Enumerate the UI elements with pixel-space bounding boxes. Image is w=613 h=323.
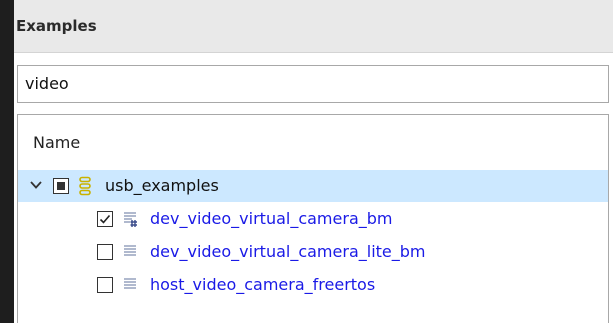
filter-field[interactable] xyxy=(17,65,609,103)
tree-row-usb-examples[interactable]: usb_examples xyxy=(18,170,608,202)
tree-item-label[interactable]: dev_video_virtual_camera_bm xyxy=(150,209,392,228)
filter-input[interactable] xyxy=(25,74,595,93)
tree-item-label[interactable]: dev_video_virtual_camera_lite_bm xyxy=(150,242,426,261)
panel-header: Examples xyxy=(14,0,613,53)
file-icon xyxy=(122,275,140,295)
checkbox-checked[interactable] xyxy=(97,211,113,227)
column-header-name[interactable]: Name xyxy=(33,133,80,152)
folder-stack-icon xyxy=(76,176,94,196)
tree-row-child[interactable]: dev_video_virtual_camera_bm xyxy=(18,203,608,235)
panel-title: Examples xyxy=(16,17,97,35)
chevron-down-icon[interactable] xyxy=(28,177,44,193)
examples-tree: Name usb_examples dev_video_virtual_came… xyxy=(17,114,609,323)
file-selected-icon xyxy=(122,209,140,229)
checkbox-unchecked[interactable] xyxy=(97,277,113,293)
tree-item-label: usb_examples xyxy=(105,176,219,195)
tree-row-child[interactable]: host_video_camera_freertos xyxy=(18,269,608,301)
checkbox-unchecked[interactable] xyxy=(97,244,113,260)
file-icon xyxy=(122,242,140,262)
tree-row-child[interactable]: dev_video_virtual_camera_lite_bm xyxy=(18,236,608,268)
tree-item-label[interactable]: host_video_camera_freertos xyxy=(150,275,375,294)
tri-state-checkbox[interactable] xyxy=(53,178,69,194)
examples-panel: Examples Name usb_examples xyxy=(14,0,613,323)
